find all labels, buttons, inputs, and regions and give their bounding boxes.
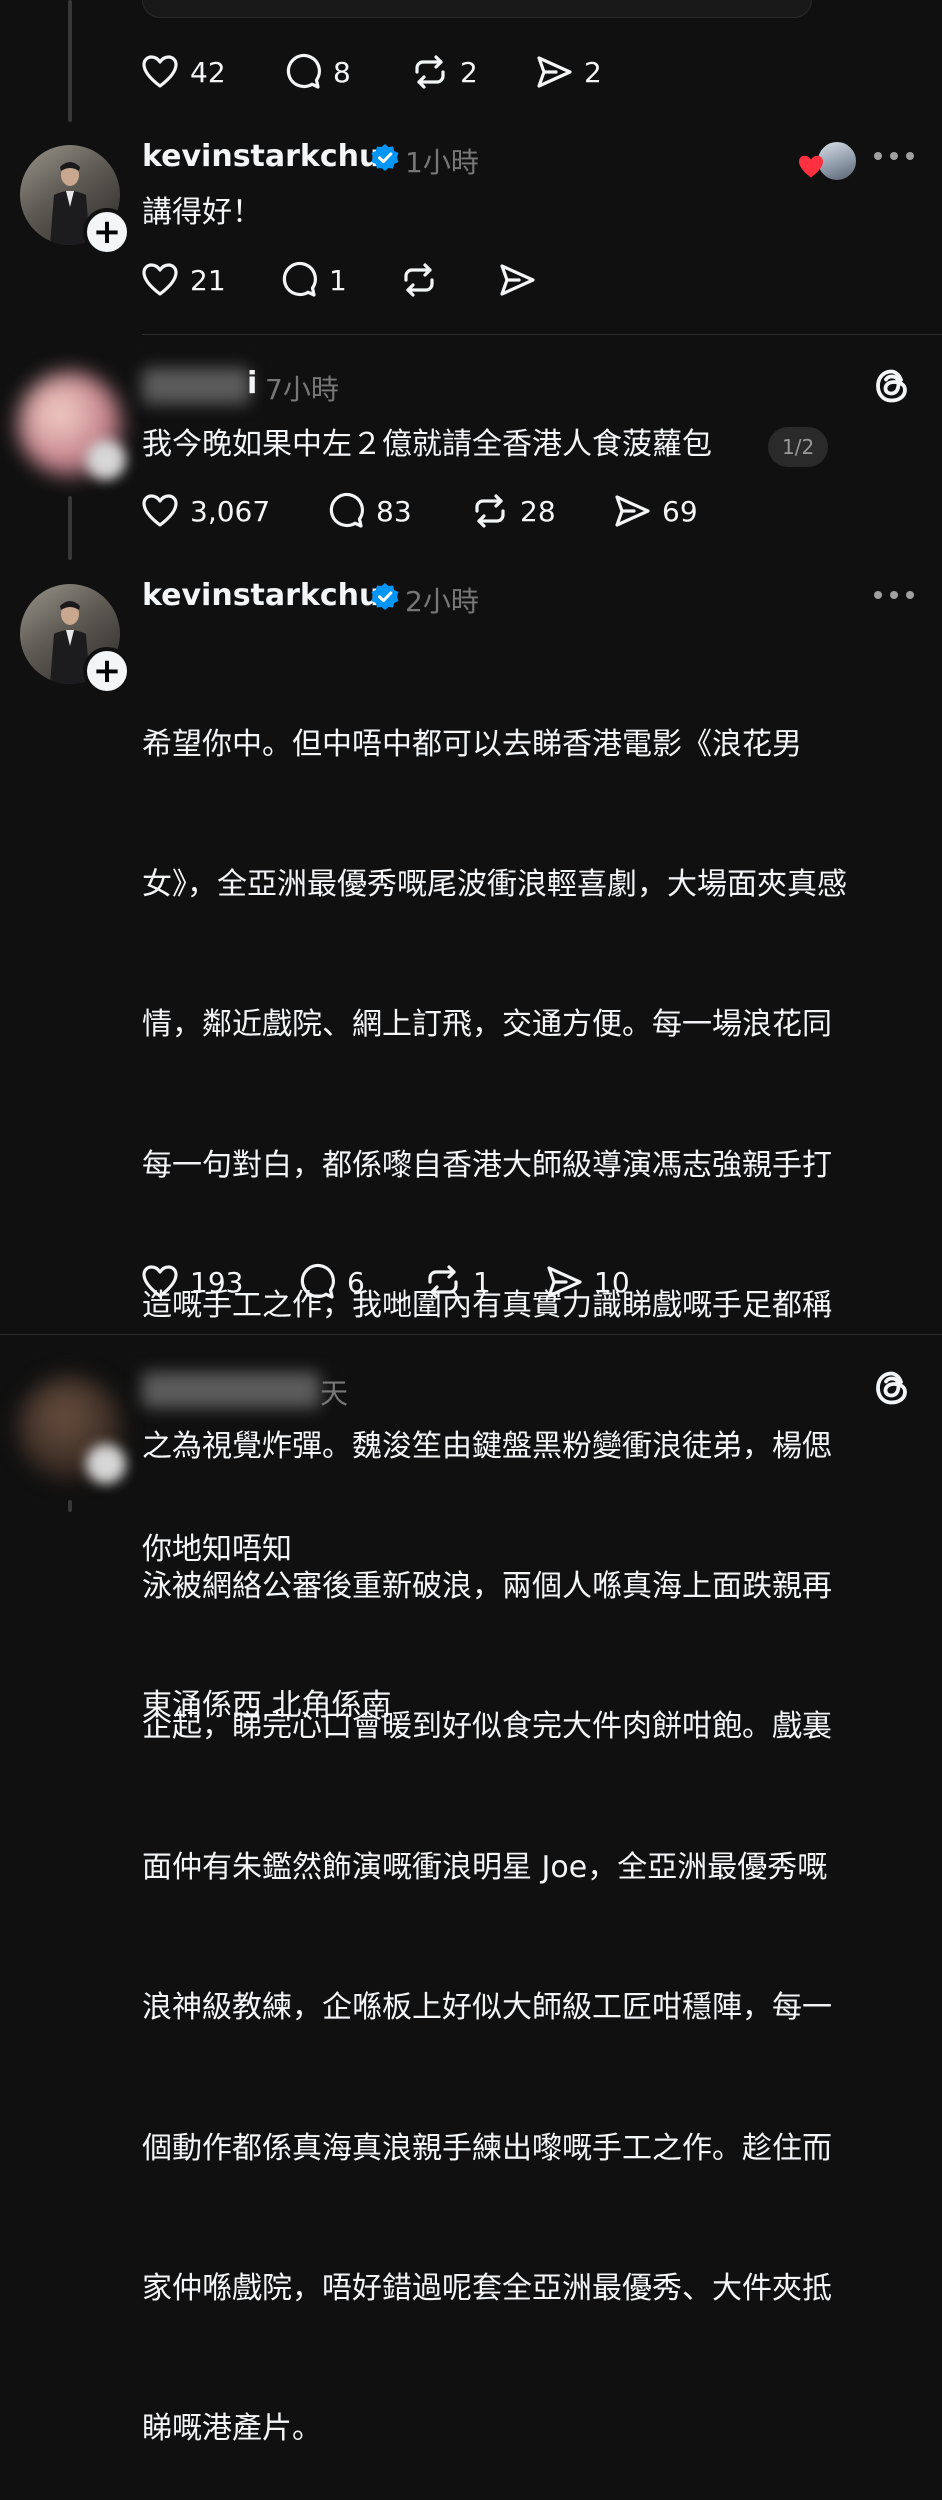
- follow-plus-icon[interactable]: +: [83, 647, 131, 695]
- reply-button[interactable]: 8: [283, 50, 351, 94]
- username[interactable]: kevinstarkchu: [142, 139, 380, 174]
- share-icon: [612, 491, 652, 531]
- comment-icon: [297, 1262, 337, 1302]
- reply-button[interactable]: 6: [297, 1260, 365, 1304]
- verified-icon: [371, 583, 399, 610]
- text-line: 造嘅手工之作，我哋圍內有真實力識睇戲嘅手足都稱: [142, 1288, 832, 1324]
- timestamp: 1小時: [405, 146, 479, 179]
- heart-icon: [140, 1262, 180, 1302]
- heart-icon: [140, 52, 180, 92]
- text-line: 你地知唔知: [142, 1532, 292, 1567]
- share-icon: [497, 260, 537, 300]
- repost-icon: [410, 52, 450, 92]
- verified-icon: [371, 144, 399, 171]
- repost-count: 1: [473, 1265, 491, 1299]
- reply-count: 83: [376, 494, 412, 528]
- post-text: 你地知唔知 東涌係西 北角係南: [142, 1420, 392, 1784]
- share-button[interactable]: 10: [544, 1260, 630, 1304]
- username-partial[interactable]: i: [247, 366, 257, 401]
- post-text: 我今晚如果中左２億就請全香港人食菠蘿包: [142, 427, 712, 462]
- share-icon: [534, 52, 574, 92]
- username[interactable]: kevinstarkchu: [142, 578, 380, 613]
- like-count: 42: [190, 55, 226, 89]
- share-button[interactable]: [497, 258, 537, 302]
- like-button[interactable]: 42: [140, 50, 226, 94]
- text-line: 希望你中。但中唔中都可以去睇香港電影《浪花男: [142, 726, 802, 762]
- repost-icon: [399, 260, 439, 300]
- timestamp: 2小時: [405, 585, 479, 618]
- more-icon[interactable]: [874, 152, 914, 164]
- text-line: 家仲喺戲院，唔好錯過呢套全亞洲最優秀、大件夾抵: [142, 2270, 832, 2306]
- avatar-badge: [86, 1444, 126, 1484]
- page-indicator: 1/2: [768, 427, 829, 467]
- repost-button[interactable]: 2: [410, 50, 478, 94]
- share-count: 10: [594, 1265, 630, 1299]
- like-count: 21: [190, 263, 226, 297]
- thread-connector: [68, 1500, 72, 1512]
- like-button[interactable]: 21: [140, 258, 226, 302]
- text-line: 情，鄰近戲院、網上訂飛，交通方便。每一場浪花同: [142, 1007, 832, 1043]
- like-count: 193: [190, 1265, 244, 1299]
- heart-icon: [140, 491, 180, 531]
- thread-connector: [68, 0, 72, 122]
- like-count: 3,067: [190, 494, 271, 528]
- blurred-username: [142, 368, 250, 404]
- follow-plus-icon[interactable]: +: [83, 208, 131, 256]
- text-line: 東涌係西 北角係南: [142, 1688, 392, 1723]
- media-preview[interactable]: [142, 0, 812, 18]
- timestamp: 7小時: [265, 373, 339, 406]
- divider: [0, 1334, 942, 1335]
- text-line: 面仲有朱鑑然飾演嘅衝浪明星 Joe，全亞洲最優秀嘅: [142, 1849, 828, 1885]
- repost-count: 2: [460, 55, 478, 89]
- reply-button[interactable]: 1: [279, 258, 347, 302]
- repost-button[interactable]: 28: [470, 489, 556, 533]
- share-count: 69: [662, 494, 698, 528]
- repost-count: 28: [520, 494, 556, 528]
- text-line: 女》，全亞洲最優秀嘅尾波衝浪輕喜劇，大場面夾真感: [142, 866, 847, 902]
- timestamp: 天: [320, 1377, 349, 1410]
- text-line: 浪神級教練，企喺板上好似大師級工匠咁穩陣，每一: [142, 1990, 832, 2026]
- reply-count: 6: [347, 1265, 365, 1299]
- share-count: 2: [584, 55, 602, 89]
- threads-logo-icon[interactable]: [870, 364, 914, 408]
- divider: [142, 334, 942, 335]
- text-line: 每一句對白，都係嚟自香港大師級導演馮志強親手打: [142, 1147, 832, 1183]
- repost-icon: [470, 491, 510, 531]
- reply-button[interactable]: 83: [326, 489, 412, 533]
- share-icon: [544, 1262, 584, 1302]
- reply-text: 講得好！: [142, 195, 262, 230]
- heart-icon: [140, 260, 180, 300]
- reply-count: 8: [333, 55, 351, 89]
- like-button[interactable]: 3,067: [140, 489, 270, 533]
- reply-count: 1: [329, 263, 347, 297]
- more-icon[interactable]: [874, 591, 914, 603]
- heart-badge-icon: [799, 155, 823, 178]
- threads-logo-icon[interactable]: [870, 1366, 914, 1410]
- comment-icon: [326, 491, 366, 531]
- repost-button[interactable]: 1: [423, 1260, 491, 1304]
- thread-connector: [68, 496, 72, 560]
- avatar-badge: [86, 440, 126, 480]
- comment-icon: [279, 260, 319, 300]
- comment-icon: [283, 52, 323, 92]
- share-button[interactable]: 69: [612, 489, 698, 533]
- text-line: 睇嘅港產片。: [142, 2411, 322, 2447]
- repost-icon: [423, 1262, 463, 1302]
- repost-button[interactable]: [399, 258, 439, 302]
- text-line: 個動作都係真海真浪親手練出嚟嘅手工之作。趁住而: [142, 2130, 832, 2166]
- share-button[interactable]: 2: [534, 50, 602, 94]
- blurred-username: [142, 1372, 320, 1408]
- like-button[interactable]: 193: [140, 1260, 243, 1304]
